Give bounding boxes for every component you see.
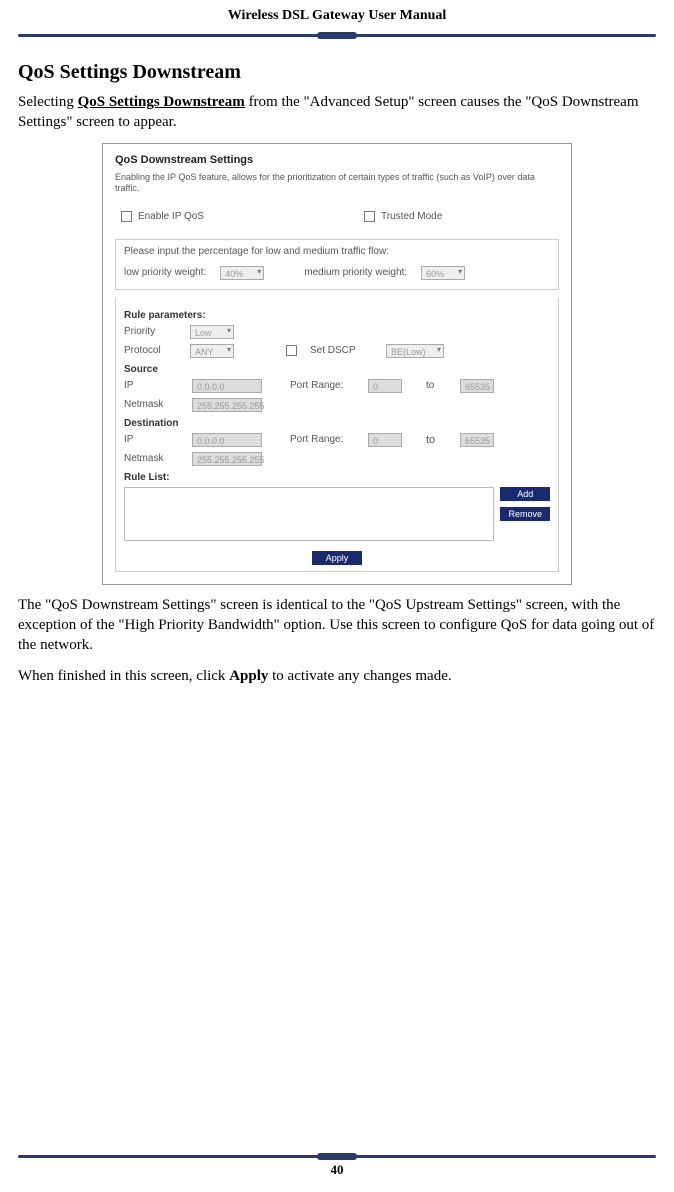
intro-bold-link: QoS Settings Downstream [78,94,245,110]
ss-title: QoS Downstream Settings [115,154,559,166]
dst-ip-input[interactable]: 0.0.0.0 [192,433,262,447]
low-weight-label: low priority weight: [124,267,206,278]
intro-paragraph: Selecting QoS Settings Downstream from t… [18,92,656,133]
src-ip-input[interactable]: 0.0.0.0 [192,379,262,393]
qos-screenshot: QoS Downstream Settings Enabling the IP … [102,143,572,585]
med-weight-label: medium priority weight: [304,267,407,278]
low-weight-select[interactable]: 40% [220,266,264,280]
paragraph-3: When finished in this screen, click Appl… [18,666,656,686]
source-head: Source [124,364,550,375]
dst-netmask-label: Netmask [124,453,184,464]
trusted-mode-checkbox[interactable] [364,211,375,222]
dst-netmask-input[interactable]: 255.255.255.255 [192,452,262,466]
bottom-divider [18,1155,656,1158]
priority-select[interactable]: Low [190,325,234,339]
rule-params-head: Rule parameters: [124,310,550,321]
percentage-section: Please input the percentage for low and … [115,239,559,290]
protocol-label: Protocol [124,345,184,356]
enable-ip-qos-row: Enable IP QoS [121,207,204,227]
dst-port-to-input[interactable]: 65535 [460,433,494,447]
section-heading: QoS Settings Downstream [18,61,656,84]
doc-header: Wireless DSL Gateway User Manual [18,0,656,24]
ss-description: Enabling the IP QoS feature, allows for … [115,172,559,195]
src-netmask-label: Netmask [124,399,184,410]
src-portrange-label: Port Range: [290,380,360,391]
src-netmask-input[interactable]: 255.255.255.255 [192,398,262,412]
med-weight-select[interactable]: 60% [421,266,465,280]
dst-port-from-input[interactable]: 0 [368,433,402,447]
add-button[interactable]: Add [500,487,550,501]
enable-ip-qos-checkbox[interactable] [121,211,132,222]
top-divider [18,34,656,37]
set-dscp-label: Set DSCP [310,345,380,356]
percentage-prompt: Please input the percentage for low and … [124,246,550,257]
src-port-to-input[interactable]: 65535 [460,379,494,393]
dst-portrange-label: Port Range: [290,434,360,445]
trusted-mode-row: Trusted Mode [364,207,442,227]
dst-port-to-word: to [426,434,452,446]
rule-list-box[interactable] [124,487,494,541]
dscp-select[interactable]: BE(Low) [386,344,444,358]
src-port-to-word: to [426,380,452,391]
set-dscp-checkbox[interactable] [286,345,297,356]
apply-button[interactable]: Apply [312,551,363,565]
priority-label: Priority [124,326,184,337]
trusted-mode-label: Trusted Mode [381,211,442,222]
intro-text-a: Selecting [18,94,78,110]
src-ip-label: IP [124,380,184,391]
rule-section: Rule parameters: Priority Low Protocol A… [115,298,559,572]
enable-ip-qos-label: Enable IP QoS [138,211,204,222]
para3-a: When finished in this screen, click [18,668,229,684]
remove-button[interactable]: Remove [500,507,550,521]
src-port-from-input[interactable]: 0 [368,379,402,393]
paragraph-2: The "QoS Downstream Settings" screen is … [18,595,656,656]
rule-list-head: Rule List: [124,472,550,483]
page-number: 40 [18,1162,656,1178]
para3-b: to activate any changes made. [268,668,451,684]
dst-ip-label: IP [124,434,184,445]
protocol-select[interactable]: ANY [190,344,234,358]
dest-head: Destination [124,418,550,429]
para3-bold: Apply [229,668,268,684]
